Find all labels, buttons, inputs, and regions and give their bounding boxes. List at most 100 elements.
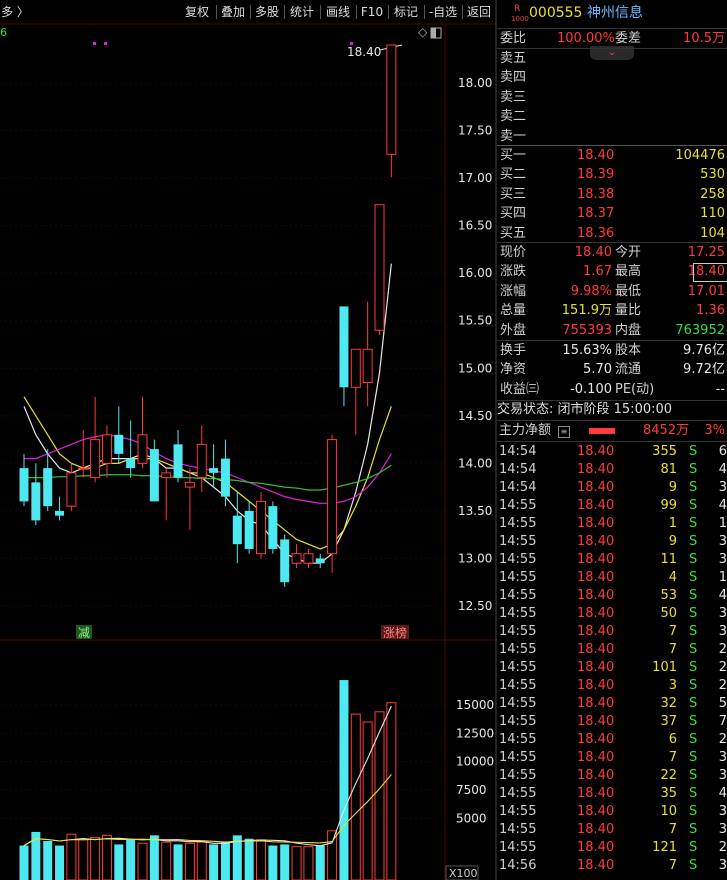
tick-count: 3 (718, 624, 727, 639)
tick-row: 14:55 18.40 53 S 4 (497, 587, 727, 605)
candle (315, 558, 325, 564)
tick-side: S (689, 480, 698, 495)
price-tick: 14.50 (458, 409, 492, 423)
tick-count: 3 (718, 534, 727, 549)
tick-time: 14:55 (499, 714, 537, 729)
quote-value: 9.98% (570, 283, 612, 299)
tick-row: 14:55 18.40 101 S 2 (497, 659, 727, 677)
tick-time: 14:55 (499, 534, 537, 549)
tick-time: 14:56 (499, 858, 537, 873)
volume-bars (19, 680, 397, 880)
candle (43, 468, 53, 507)
tick-side: S (689, 840, 698, 855)
trade-status: 交易状态: 闭市阶段 15:00:00 (497, 402, 673, 417)
tick-price: 18.40 (577, 714, 615, 729)
tick-volume: 3 (668, 678, 677, 693)
volume-bar (114, 844, 124, 880)
tick-row: 14:55 18.40 9 S 3 (497, 533, 727, 551)
tick-row: 14:55 18.40 11 S 3 (497, 551, 727, 569)
level-label: 卖二 (500, 109, 527, 125)
tick-row: 14:55 18.40 35 S 4 (497, 785, 727, 803)
list-icon: ≡ (558, 426, 570, 438)
tick-volume: 11 (660, 552, 677, 567)
tick-row: 14:54 18.40 81 S 4 (497, 461, 727, 479)
candle (232, 515, 242, 545)
tick-time: 14:54 (499, 444, 537, 459)
tick-side: S (689, 786, 698, 801)
tick-count: 2 (718, 642, 727, 657)
tick-time: 14:55 (499, 840, 537, 855)
tick-price: 18.40 (577, 570, 615, 585)
candle (114, 434, 124, 454)
volume-bar (66, 833, 77, 880)
level-label: 买二 (500, 167, 527, 183)
tick-side: S (689, 588, 698, 603)
tick-price: 18.40 (577, 642, 615, 657)
fund-label: 净资 (500, 362, 527, 378)
fundamental-row: 净资 5.70 流通 9.72亿 (497, 361, 727, 379)
tick-row: 14:56 18.40 7 S 3 (497, 857, 727, 875)
level-price: 18.40 (577, 148, 615, 163)
price-tick: 13.50 (458, 504, 492, 518)
tick-time: 14:55 (499, 570, 537, 585)
quote-value: 1.36 (696, 303, 725, 319)
candle (244, 510, 254, 549)
volume-bar (196, 841, 207, 880)
tick-count: 1 (718, 516, 727, 531)
tick-count: 7 (718, 714, 727, 729)
level-label: 卖四 (500, 70, 527, 86)
tick-volume: 37 (660, 714, 677, 729)
tick-row: 14:55 18.40 121 S 2 (497, 839, 727, 857)
candle (173, 444, 183, 478)
level-price: 18.36 (577, 225, 615, 241)
stock-code: 000555 (529, 5, 583, 21)
volume-bar (55, 845, 65, 880)
volume-tick: 5000 (456, 811, 487, 825)
tick-count: 3 (718, 804, 727, 819)
volume-bar (43, 841, 53, 880)
tick-count: 2 (718, 732, 727, 747)
volume-bar (256, 839, 266, 880)
tick-side: S (689, 534, 698, 549)
candle (66, 472, 77, 507)
tick-price: 18.40 (577, 768, 615, 783)
quote-row: 外盘 755393 内盘 763952 (497, 322, 727, 340)
candle (90, 439, 101, 479)
tick-volume: 32 (660, 696, 677, 711)
candle (161, 472, 172, 479)
diamond-icon[interactable]: ◇ (418, 25, 428, 39)
fund-value: -0.100 (570, 381, 612, 397)
volume-bar (244, 838, 254, 880)
fund-label: 流通 (615, 362, 642, 378)
fundamental-row: 收益㈢ -0.100 PE(动) -- (497, 381, 727, 399)
tick-count: 3 (718, 822, 727, 837)
buy-level-row: 买二 18.39 530 (497, 166, 727, 184)
tick-side: S (689, 642, 698, 657)
tick-row: 14:55 18.40 7 S 3 (497, 623, 727, 641)
kline-chart[interactable]: 6 ◇ 18.40 18.00 17.50 17.00 16.50 16.00 15.50… (0, 0, 497, 880)
tick-volume: 53 (660, 588, 677, 603)
sell-level-row: 卖一 (497, 128, 727, 146)
tick-time: 14:55 (499, 732, 537, 747)
candle (268, 506, 278, 549)
high-highlight-box (693, 263, 727, 282)
fundamental-row: 换手 15.63% 股本 9.76亿 (497, 342, 727, 360)
candle (362, 348, 373, 384)
tick-time: 14:55 (499, 804, 537, 819)
tick-count: 4 (718, 786, 727, 801)
level-label: 卖五 (500, 51, 527, 66)
price-tick: 17.50 (458, 124, 492, 138)
tick-time: 14:55 (499, 768, 537, 783)
level-price: 18.37 (577, 206, 615, 222)
main-net-row[interactable]: 主力净额 ≡ 8452万 3% (497, 422, 727, 440)
sell-level-row: 卖三 (497, 89, 727, 107)
tick-row: 14:55 18.40 3 S 2 (497, 677, 727, 695)
tick-time: 14:55 (499, 624, 537, 639)
tick-volume: 50 (660, 606, 677, 621)
fund-label: 收益㈢ (500, 381, 540, 397)
tick-row: 14:55 18.40 50 S 3 (497, 605, 727, 623)
tick-price: 18.40 (577, 588, 615, 603)
stock-name: 神州信息 (587, 5, 643, 21)
tick-count: 3 (718, 606, 727, 621)
volume-bar (315, 845, 325, 880)
